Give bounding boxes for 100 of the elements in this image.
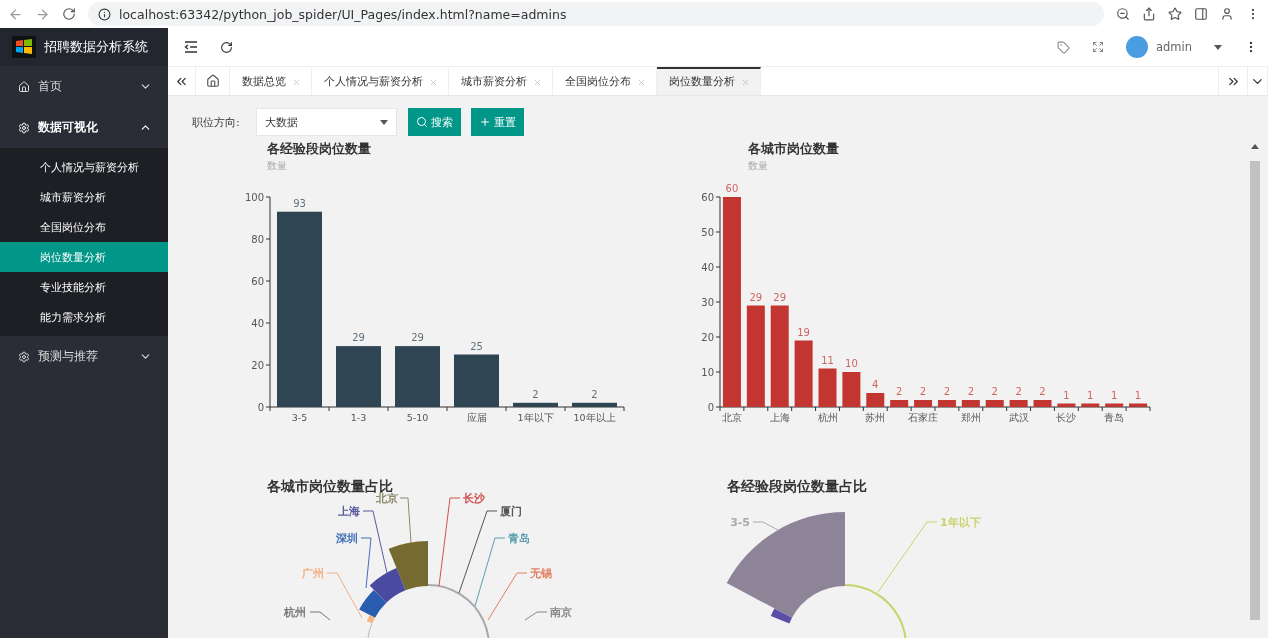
- filter-label: 职位方向:: [192, 114, 241, 130]
- bar: [890, 400, 909, 407]
- axis-tick-label: 40: [251, 317, 264, 329]
- axis-tick-label: 60: [251, 275, 264, 287]
- plus-icon[interactable]: [479, 116, 491, 128]
- axis-tick-label: 20: [251, 359, 264, 371]
- caret-icon[interactable]: [1214, 44, 1222, 50]
- leader-line: [399, 497, 412, 544]
- slice-label: 厦门: [500, 505, 522, 518]
- axis-tick-label: 80: [251, 233, 264, 245]
- bar: [1057, 403, 1076, 407]
- bar-value-label: 4: [872, 379, 879, 390]
- axis-category-label: 青岛: [1104, 412, 1125, 423]
- axis-category-label: 长沙: [1056, 412, 1077, 423]
- sidebar-submenu-item[interactable]: 能力需求分析: [0, 302, 168, 332]
- tag-icon[interactable]: [1056, 40, 1070, 54]
- back-icon[interactable]: [8, 6, 23, 22]
- axis-tick-label: 0: [257, 401, 264, 413]
- sidebar-menu-item[interactable]: 首页: [0, 66, 168, 107]
- axis-category-label: 3-5: [291, 412, 308, 423]
- chart-title: 各经验段岗位数量: [267, 141, 371, 156]
- slice-label: 南京: [550, 606, 572, 619]
- leader-line: [877, 521, 938, 593]
- select-field[interactable]: 大数据: [256, 108, 397, 136]
- bar-value-label: 2: [919, 386, 927, 397]
- bar: [866, 393, 885, 407]
- scroll-right-button[interactable]: [1218, 67, 1248, 95]
- bar: [336, 346, 381, 407]
- tab[interactable]: 岗位数量分析: [657, 67, 761, 95]
- info-icon: [98, 7, 111, 21]
- bar-value-label: 1: [1063, 389, 1070, 401]
- bar-value-label: 2: [591, 388, 598, 400]
- gear-icon: [18, 350, 30, 363]
- caret-icon[interactable]: [380, 119, 388, 125]
- bar: [1105, 403, 1124, 407]
- gear-icon: [18, 121, 30, 134]
- bar-value-label: 19: [797, 326, 810, 338]
- bar-value-label: 2: [991, 386, 998, 397]
- bar-value-label: 60: [725, 183, 739, 194]
- slice-label: 上海: [338, 505, 360, 518]
- axis-category-label: 武汉: [1008, 412, 1029, 423]
- user-name[interactable]: admin: [1155, 40, 1192, 54]
- bar-value-label: 11: [821, 354, 834, 366]
- bar: [985, 400, 1004, 407]
- axis-category-label: 5-10: [406, 412, 429, 423]
- chart-subtitle: 数量: [267, 160, 287, 171]
- bar-value-label: 2: [896, 386, 903, 397]
- bar-value-label: 2: [967, 386, 974, 397]
- bar: [454, 354, 499, 407]
- axis-tick-label: 30: [701, 296, 714, 308]
- leader-line: [752, 521, 779, 531]
- sidebar-submenu-item[interactable]: 城市薪资分析: [0, 182, 168, 212]
- home-icon[interactable]: [205, 74, 220, 88]
- axis-category-label: 苏州: [865, 412, 886, 423]
- bar: [1033, 400, 1052, 407]
- bar: [842, 372, 861, 407]
- bar-value-label: 1: [1111, 389, 1118, 401]
- sidebar-menu-item[interactable]: 数据可视化: [0, 107, 168, 148]
- fullscreen-icon[interactable]: [1091, 41, 1104, 53]
- bar-value-label: 1: [1087, 389, 1094, 401]
- sidebar-submenu-item[interactable]: 个人情况与薪资分析: [0, 152, 168, 182]
- scrollbar[interactable]: [1248, 144, 1262, 620]
- axis-category-label: 杭州: [817, 412, 838, 423]
- axis-tick-label: 40: [701, 261, 714, 273]
- menu-fold-icon[interactable]: [184, 41, 198, 53]
- axis-category-label: 郑州: [960, 412, 981, 423]
- axis-category-label: 北京: [721, 412, 742, 423]
- side-panel-icon[interactable]: [1194, 7, 1208, 21]
- slice-label: 3-5: [730, 516, 750, 529]
- axis-tick-label: 20: [701, 331, 714, 343]
- bar: [818, 368, 837, 407]
- sidebar-submenu-item[interactable]: 岗位数量分析: [0, 242, 168, 272]
- slice-label: 青岛: [508, 532, 530, 545]
- refresh-icon[interactable]: [220, 40, 233, 54]
- sidebar-submenu-item[interactable]: 全国岗位分布: [0, 212, 168, 242]
- sidebar-submenu-item[interactable]: 专业技能分析: [0, 272, 168, 302]
- reload-icon[interactable]: [62, 7, 76, 21]
- slice-label: 广州: [302, 567, 324, 580]
- zoom-out-icon[interactable]: [1116, 7, 1130, 21]
- forward-icon[interactable]: [35, 6, 50, 22]
- reset-button[interactable]: 重置: [471, 108, 524, 136]
- address-bar[interactable]: localhost:63342/python_job_spider/UI_Pages/index.html?name=admins: [88, 2, 1104, 26]
- profile-icon[interactable]: [1220, 7, 1234, 21]
- bar: [794, 340, 813, 407]
- bar-value-label: 2: [532, 388, 539, 400]
- bar: [1081, 403, 1100, 407]
- sidebar-menu-item[interactable]: 预测与推荐: [0, 336, 168, 377]
- slice-label: 北京: [376, 492, 398, 505]
- chart-title: 各经验段岗位数量占比: [727, 478, 867, 494]
- search-button[interactable]: 搜索: [408, 108, 461, 136]
- bar-value-label: 29: [411, 332, 424, 344]
- avatar[interactable]: [1125, 36, 1148, 58]
- bar: [914, 400, 933, 407]
- share-icon[interactable]: [1142, 7, 1156, 21]
- axis-tick-label: 50: [701, 226, 714, 238]
- bar-value-label: 2: [1039, 386, 1046, 397]
- axis-category-label: 上海: [769, 412, 790, 423]
- search-icon[interactable]: [416, 116, 428, 128]
- scroll-up-arrow-icon[interactable]: [1251, 144, 1259, 149]
- star-icon[interactable]: [1168, 7, 1182, 21]
